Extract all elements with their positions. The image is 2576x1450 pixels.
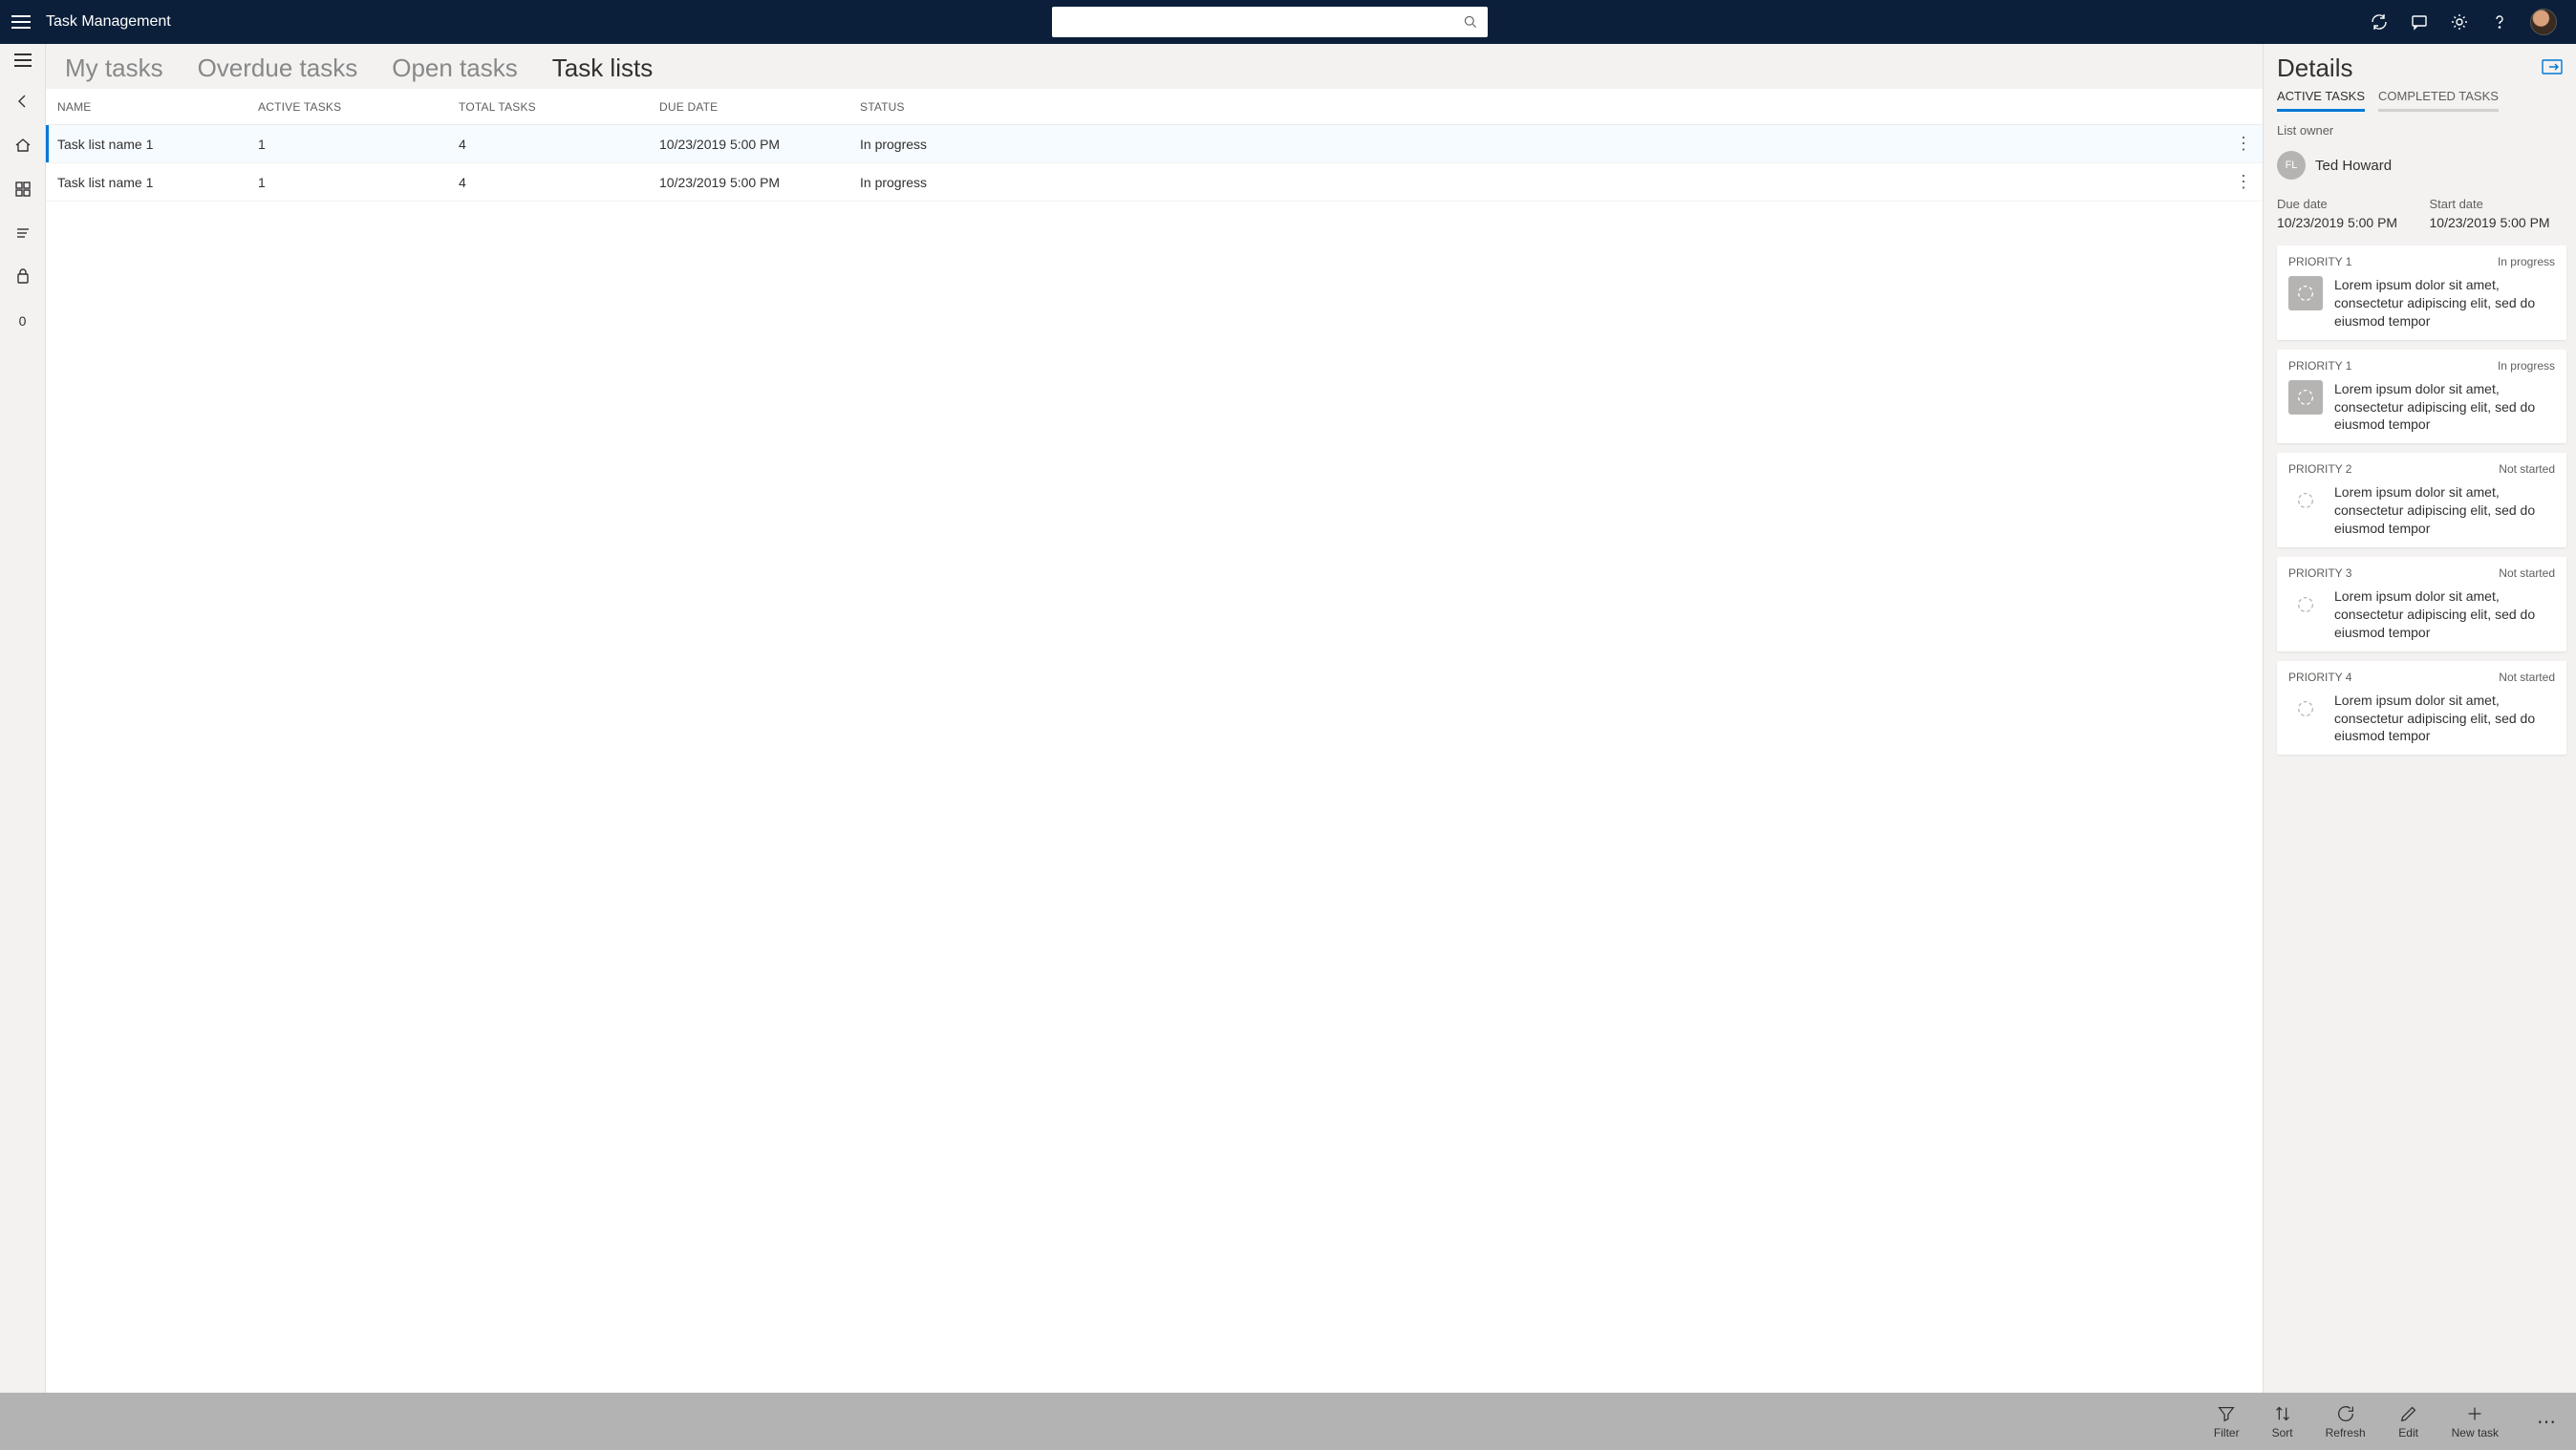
owner-row: FL Ted Howard <box>2277 151 2566 180</box>
table-header: NAME ACTIVE TASKS TOTAL TASKS DUE DATE S… <box>46 89 2263 125</box>
col-total[interactable]: TOTAL TASKS <box>459 100 659 114</box>
sort-button[interactable]: Sort <box>2272 1403 2293 1439</box>
menu-icon[interactable] <box>11 12 31 32</box>
list-icon[interactable] <box>13 224 32 243</box>
col-due[interactable]: DUE DATE <box>659 100 860 114</box>
cell-active: 1 <box>258 175 459 190</box>
col-status[interactable]: STATUS <box>860 100 2213 114</box>
task-list-table: NAME ACTIVE TASKS TOTAL TASKS DUE DATE S… <box>46 89 2263 1393</box>
card-priority: PRIORITY 1 <box>2288 255 2351 268</box>
table-row[interactable]: Task list name 1 1 4 10/23/2019 5:00 PM … <box>46 163 2263 202</box>
cell-total: 4 <box>459 175 659 190</box>
filter-label: Filter <box>2214 1426 2240 1439</box>
refresh-icon[interactable] <box>2370 12 2389 32</box>
start-date-label: Start date <box>2430 197 2567 211</box>
gear-icon[interactable] <box>2450 12 2469 32</box>
command-bar: Filter Sort Refresh Edit New task ⋯ <box>0 1393 2576 1450</box>
nav-zero[interactable]: 0 <box>13 311 32 331</box>
progress-icon <box>2288 276 2323 310</box>
sort-label: Sort <box>2272 1426 2293 1439</box>
refresh-button[interactable]: Refresh <box>2326 1403 2366 1439</box>
main-content: My tasks Overdue tasks Open tasks Task l… <box>46 44 2263 1393</box>
card-status: In progress <box>2498 255 2555 268</box>
due-date-value: 10/23/2019 5:00 PM <box>2277 215 2415 230</box>
cell-total: 4 <box>459 137 659 152</box>
cell-status: In progress <box>860 137 2213 152</box>
top-bar: Task Management <box>0 0 2576 44</box>
task-card[interactable]: PRIORITY 4 Not started Lorem ipsum dolor … <box>2277 661 2566 756</box>
new-task-button[interactable]: New task <box>2452 1403 2499 1439</box>
task-card[interactable]: PRIORITY 2 Not started Lorem ipsum dolor … <box>2277 453 2566 547</box>
col-active[interactable]: ACTIVE TASKS <box>258 100 459 114</box>
card-status: In progress <box>2498 359 2555 373</box>
task-card[interactable]: PRIORITY 1 In progress Lorem ipsum dolor … <box>2277 245 2566 340</box>
bag-icon[interactable] <box>13 267 32 287</box>
card-desc: Lorem ipsum dolor sit amet, consectetur … <box>2334 380 2555 435</box>
tab-completed-tasks[interactable]: COMPLETED TASKS <box>2378 89 2499 112</box>
cell-status: In progress <box>860 175 2213 190</box>
due-date-label: Due date <box>2277 197 2415 211</box>
cell-name: Task list name 1 <box>57 175 258 190</box>
nav-rail: 0 <box>0 44 46 1393</box>
main-tabs: My tasks Overdue tasks Open tasks Task l… <box>46 44 2263 89</box>
edit-button[interactable]: Edit <box>2398 1403 2419 1439</box>
owner-name: Ted Howard <box>2315 158 2392 174</box>
progress-icon <box>2288 380 2323 415</box>
cell-name: Task list name 1 <box>57 137 258 152</box>
nav-menu-icon[interactable] <box>14 53 32 67</box>
search-input[interactable] <box>1062 14 1463 30</box>
owner-avatar: FL <box>2277 151 2306 180</box>
tab-task-lists[interactable]: Task lists <box>552 53 653 83</box>
details-body: List owner FL Ted Howard Due date Start … <box>2264 112 2576 1393</box>
search-icon <box>1463 14 1478 30</box>
filter-button[interactable]: Filter <box>2214 1403 2240 1439</box>
tab-overdue[interactable]: Overdue tasks <box>198 53 358 83</box>
tab-active-tasks[interactable]: ACTIVE TASKS <box>2277 89 2365 112</box>
edit-label: Edit <box>2398 1426 2418 1439</box>
tab-my-tasks[interactable]: My tasks <box>65 53 163 83</box>
app-title: Task Management <box>46 13 171 31</box>
collapse-pane-icon[interactable] <box>2542 59 2563 77</box>
new-task-label: New task <box>2452 1426 2499 1439</box>
card-desc: Lorem ipsum dolor sit amet, consectetur … <box>2334 587 2555 642</box>
refresh-label: Refresh <box>2326 1426 2366 1439</box>
cell-due: 10/23/2019 5:00 PM <box>659 175 860 190</box>
chat-icon[interactable] <box>2410 12 2429 32</box>
help-icon[interactable] <box>2490 12 2509 32</box>
row-more-icon[interactable]: ⋮ <box>2235 172 2251 192</box>
details-tabs: ACTIVE TASKS COMPLETED TASKS <box>2264 85 2576 112</box>
col-name[interactable]: NAME <box>57 100 258 114</box>
owner-label: List owner <box>2277 123 2566 138</box>
card-priority: PRIORITY 2 <box>2288 462 2351 476</box>
topbar-actions <box>2370 9 2557 35</box>
card-status: Not started <box>2499 671 2555 684</box>
overflow-icon[interactable]: ⋯ <box>2537 1410 2557 1434</box>
user-avatar[interactable] <box>2530 9 2557 35</box>
card-desc: Lorem ipsum dolor sit amet, consectetur … <box>2334 276 2555 331</box>
details-pane: Details ACTIVE TASKS COMPLETED TASKS Lis… <box>2263 44 2576 1393</box>
modules-icon[interactable] <box>13 180 32 199</box>
search-box[interactable] <box>1052 7 1488 37</box>
cell-due: 10/23/2019 5:00 PM <box>659 137 860 152</box>
task-card[interactable]: PRIORITY 1 In progress Lorem ipsum dolor … <box>2277 350 2566 444</box>
progress-icon <box>2288 587 2323 622</box>
card-priority: PRIORITY 3 <box>2288 566 2351 580</box>
card-desc: Lorem ipsum dolor sit amet, consectetur … <box>2334 692 2555 746</box>
tab-open[interactable]: Open tasks <box>392 53 518 83</box>
start-date-value: 10/23/2019 5:00 PM <box>2430 215 2567 230</box>
task-card[interactable]: PRIORITY 3 Not started Lorem ipsum dolor … <box>2277 557 2566 651</box>
cell-active: 1 <box>258 137 459 152</box>
card-priority: PRIORITY 1 <box>2288 359 2351 373</box>
home-icon[interactable] <box>13 136 32 155</box>
back-icon[interactable] <box>13 92 32 111</box>
card-desc: Lorem ipsum dolor sit amet, consectetur … <box>2334 483 2555 538</box>
card-status: Not started <box>2499 566 2555 580</box>
progress-icon <box>2288 483 2323 518</box>
card-priority: PRIORITY 4 <box>2288 671 2351 684</box>
table-row[interactable]: Task list name 1 1 4 10/23/2019 5:00 PM … <box>46 125 2263 163</box>
card-status: Not started <box>2499 462 2555 476</box>
row-more-icon[interactable]: ⋮ <box>2235 134 2251 154</box>
details-title: Details <box>2277 53 2352 83</box>
progress-icon <box>2288 692 2323 726</box>
